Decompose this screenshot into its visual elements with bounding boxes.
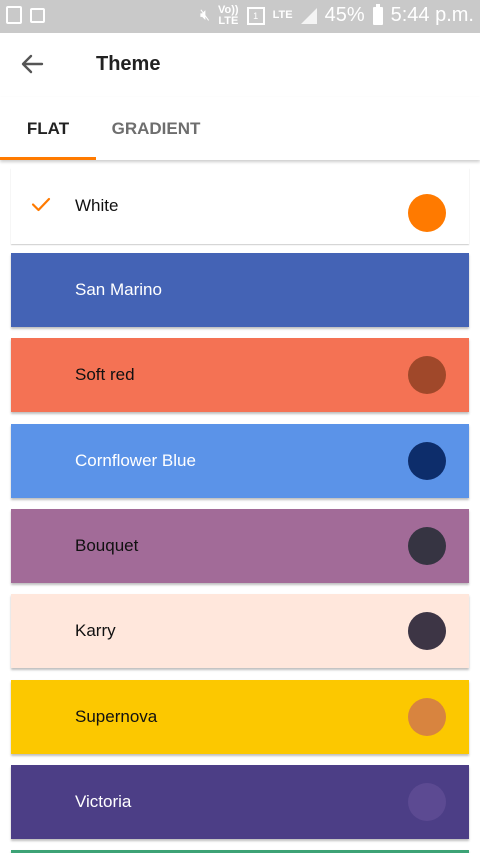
theme-color-dot xyxy=(408,612,446,650)
theme-item-soft-red[interactable]: Soft red xyxy=(11,338,469,412)
back-button[interactable] xyxy=(12,45,52,85)
status-icons: 🔇︎ Vo)) LTE 1 LTE 45% 5:44 p.m. xyxy=(199,3,474,27)
clock: 5:44 p.m. xyxy=(390,4,474,26)
signal-icon xyxy=(300,7,317,24)
theme-label: Soft red xyxy=(75,365,135,384)
theme-item-san-marino[interactable]: San Marino xyxy=(11,253,469,327)
theme-item-victoria[interactable]: Victoria xyxy=(11,765,469,839)
check-icon xyxy=(31,197,51,212)
theme-label: White xyxy=(75,196,119,215)
theme-label: Karry xyxy=(75,621,116,640)
theme-item-cornflower-blue[interactable]: Cornflower Blue xyxy=(11,424,469,498)
image-icon xyxy=(30,8,45,23)
theme-color-dot xyxy=(408,527,446,565)
theme-label: Cornflower Blue xyxy=(75,451,196,470)
page-title: Theme xyxy=(96,53,161,75)
theme-color-dot xyxy=(408,356,446,394)
tab-bar: FLAT GRADIENT xyxy=(0,97,480,160)
theme-label: Supernova xyxy=(75,707,158,726)
notification-icons xyxy=(6,6,45,24)
theme-label: San Marino xyxy=(75,280,162,299)
theme-color-dot xyxy=(408,783,446,821)
battery-icon xyxy=(372,3,383,25)
status-bar: 🔇︎ Vo)) LTE 1 LTE 45% 5:44 p.m. xyxy=(0,0,480,33)
battery-percent: 45% xyxy=(324,4,365,26)
theme-label: Bouquet xyxy=(75,536,139,555)
sim-icon: 1 xyxy=(246,6,265,25)
theme-item-supernova[interactable]: Supernova xyxy=(11,680,469,754)
theme-item-karry[interactable]: Karry xyxy=(11,594,469,668)
theme-item-bouquet[interactable]: Bouquet xyxy=(11,509,469,583)
theme-label: Victoria xyxy=(75,792,132,811)
tab-indicator xyxy=(0,157,96,160)
theme-color-dot xyxy=(408,194,446,232)
tab-flat[interactable]: FLAT xyxy=(0,97,96,160)
tab-gradient[interactable]: GRADIENT xyxy=(96,97,216,160)
theme-color-dot xyxy=(408,698,446,736)
mute-icon: 🔇︎ xyxy=(199,6,211,24)
arrow-left-icon xyxy=(21,54,44,74)
screen-cast-icon xyxy=(6,6,22,24)
theme-list: White San Marino Soft red Cornflower Blu… xyxy=(0,160,480,853)
theme-color-dot xyxy=(408,442,446,480)
theme-item-white[interactable]: White xyxy=(11,168,469,244)
lte-icon: LTE xyxy=(272,9,293,21)
volte-icon: Vo)) LTE xyxy=(218,3,239,27)
toolbar: Theme xyxy=(0,33,480,97)
